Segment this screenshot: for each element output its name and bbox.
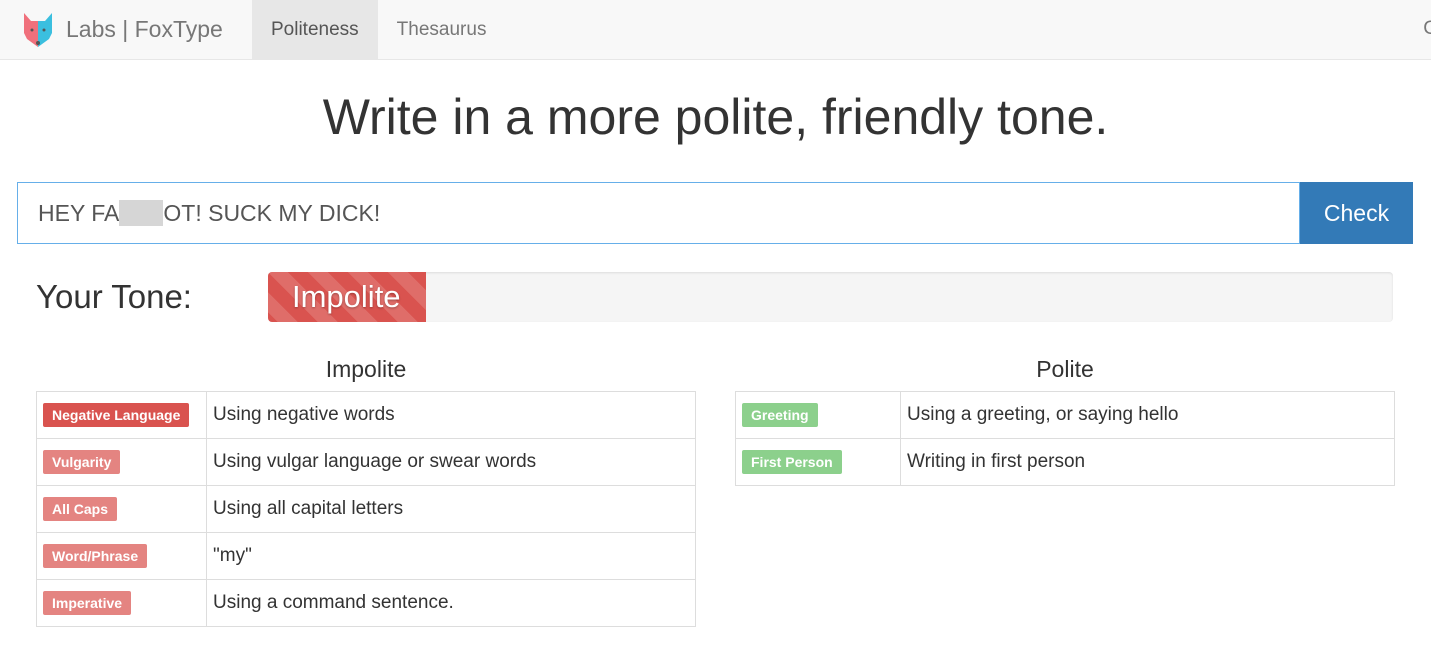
- fox-logo-icon: [24, 12, 52, 47]
- table-row: Vulgarity Using vulgar language or swear …: [36, 438, 696, 486]
- tag-label: Negative Language: [43, 403, 190, 427]
- brand-text: Labs | FoxType: [66, 16, 223, 42]
- tag-cell: All Caps: [36, 485, 207, 533]
- description-cell: Using a greeting, or saying hello: [900, 391, 1395, 439]
- tab-thesaurus[interactable]: Thesaurus: [378, 0, 506, 59]
- tag-label: Word/Phrase: [43, 544, 148, 568]
- description-cell: Using a command sentence.: [206, 579, 696, 627]
- tag-cell: First Person: [735, 438, 901, 486]
- impolite-heading: Impolite: [325, 356, 407, 382]
- input-text: HEY FA: [38, 199, 120, 226]
- polite-heading: Polite: [1036, 356, 1094, 382]
- tab-politeness[interactable]: Politeness: [252, 0, 378, 59]
- polite-table: Greeting Using a greeting, or saying hell…: [735, 391, 1395, 486]
- tag-cell: Vulgarity: [36, 438, 207, 486]
- tag-cell: Word/Phrase: [36, 532, 207, 580]
- tag-cell: Greeting: [735, 391, 901, 439]
- tag-label: First Person: [742, 450, 842, 474]
- nav-right-link[interactable]: C: [1423, 18, 1431, 40]
- tag-label: Imperative: [43, 591, 132, 615]
- tag-cell: Negative Language: [36, 391, 207, 439]
- description-cell: Writing in first person: [900, 438, 1395, 486]
- description-cell: Using all capital letters: [206, 485, 696, 533]
- input-text: OT! SUCK MY DICK!: [163, 199, 381, 226]
- tag-label: Greeting: [742, 403, 818, 427]
- table-row: All Caps Using all capital letters: [36, 485, 696, 533]
- description-cell: Using vulgar language or swear words: [206, 438, 696, 486]
- tone-label: Your Tone:: [36, 278, 192, 315]
- table-row: Negative Language Using negative words: [36, 391, 696, 439]
- tone-progress-bar: Impolite: [268, 272, 1393, 322]
- table-row: Word/Phrase "my": [36, 532, 696, 580]
- impolite-table: Negative Language Using negative words Vul…: [36, 391, 696, 627]
- navbar: Labs | FoxType Politeness Thesaurus C: [0, 0, 1431, 60]
- polite-column: Polite Greeting Using a greeting, or sayi…: [735, 356, 1395, 627]
- page-title: Write in a more polite, friendly tone.: [322, 89, 1109, 145]
- text-input[interactable]: HEY FA OT! SUCK MY DICK!: [17, 182, 1300, 244]
- impolite-column: Impolite Negative Language Using negative…: [36, 356, 696, 627]
- description-cell: "my": [206, 532, 696, 580]
- tag-label: All Caps: [43, 497, 118, 521]
- redaction-block: [119, 200, 164, 226]
- check-button[interactable]: Check: [1300, 182, 1413, 244]
- table-row: Imperative Using a command sentence.: [36, 579, 696, 627]
- tone-progress-fill: Impolite: [268, 272, 426, 322]
- tag-cell: Imperative: [36, 579, 207, 627]
- table-row: First Person Writing in first person: [735, 438, 1395, 486]
- description-cell: Using negative words: [206, 391, 696, 439]
- table-row: Greeting Using a greeting, or saying hell…: [735, 391, 1395, 439]
- brand-link[interactable]: Labs | FoxType: [0, 0, 252, 59]
- tag-label: Vulgarity: [43, 450, 121, 474]
